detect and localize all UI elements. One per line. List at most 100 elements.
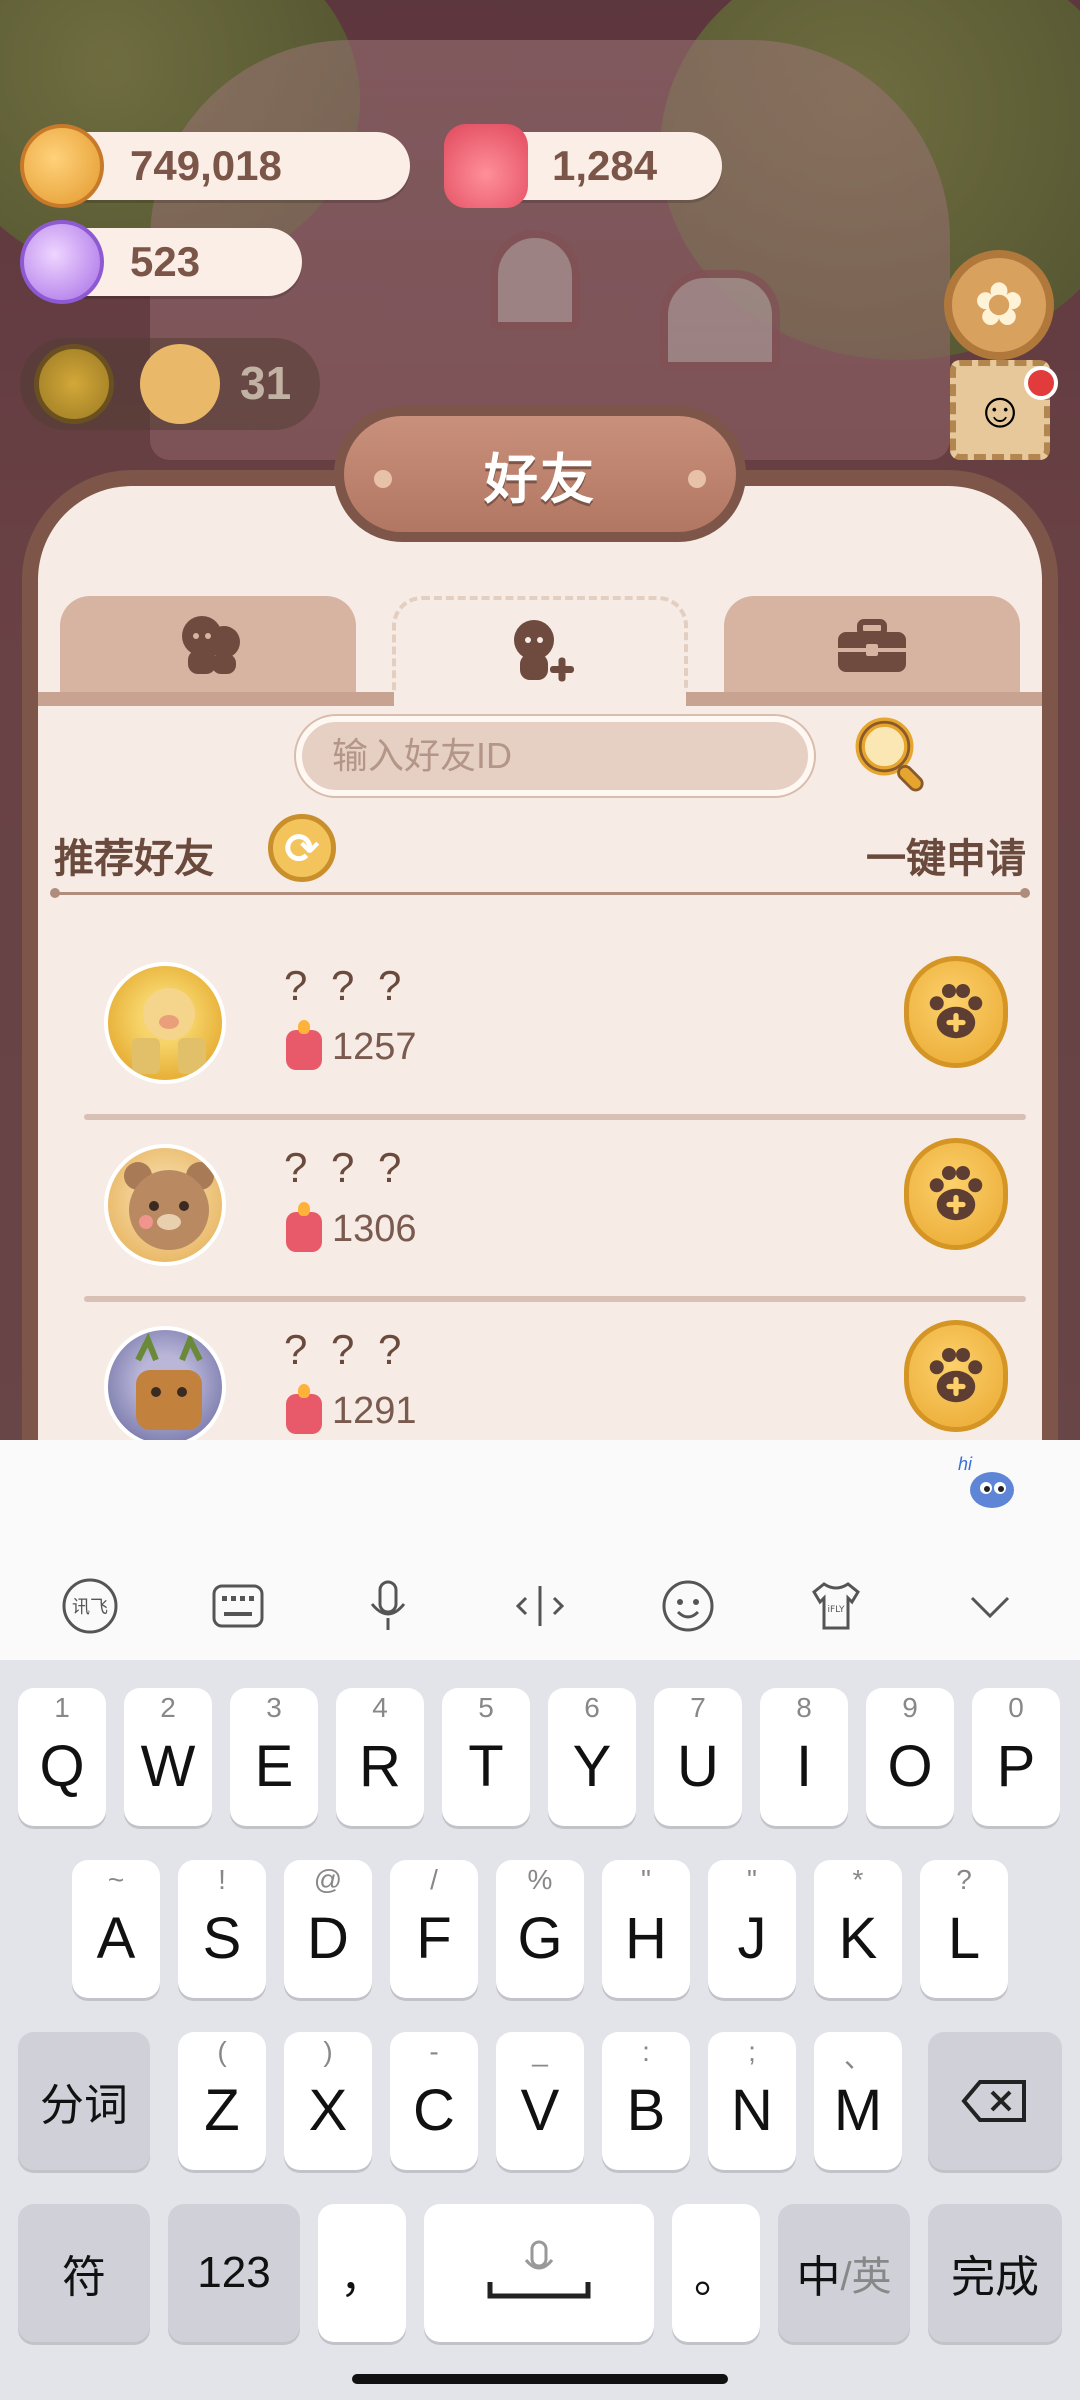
key-x[interactable]: ) X [284,2032,372,2170]
keyboard-layout-icon[interactable] [198,1566,278,1646]
deer-avatar[interactable] [104,1326,226,1440]
number-key-label: 123 [197,2248,271,2297]
bear-avatar[interactable] [104,1144,226,1266]
key-secondary-label: * [852,1864,864,1895]
microphone-icon[interactable] [348,1566,428,1646]
key-q[interactable]: 1Q [18,1688,106,1826]
key-secondary-label: - [429,2036,439,2067]
number-key[interactable]: 123 [168,2204,300,2342]
key-secondary-label: ? [956,1864,972,1895]
key-h[interactable]: " H [602,1860,690,1998]
settings-gear-icon[interactable]: ✿ [944,250,1054,360]
panel-title: 好友 [484,449,596,510]
ifly-logo-icon[interactable]: 讯飞 [50,1566,130,1646]
paw-plus-icon [929,984,983,1039]
keyboard-toolbar: hi 讯飞 iFLY [0,1440,1080,1660]
key-d[interactable]: @ D [284,1860,372,1998]
key-secondary-label: " [641,1864,651,1895]
segment-key[interactable]: 分词 [18,2032,150,2170]
collapse-keyboard-icon[interactable] [950,1566,1030,1646]
hi-label: hi [958,1454,973,1474]
key-label: O [887,1733,933,1799]
add-friend-button[interactable] [904,1138,1008,1250]
key-a[interactable]: ~ A [72,1860,160,1998]
key-w[interactable]: 2W [124,1688,212,1826]
pig-avatar[interactable] [104,962,226,1084]
friend-id-input[interactable] [332,735,808,777]
key-v[interactable]: _ V [496,2032,584,2170]
key-secondary-label: 6 [584,1692,600,1723]
home-indicator[interactable] [352,2374,728,2384]
key-b[interactable]: :B [602,2032,690,2170]
key-secondary-label: 9 [902,1692,918,1723]
search-button[interactable] [846,708,938,800]
done-key[interactable]: 完成 [928,2204,1062,2342]
key-secondary-label: " [747,1864,757,1895]
key-m[interactable]: 、 M [814,2032,902,2170]
space-mic-icon [487,2240,591,2299]
key-l[interactable]: ? L [920,1860,1008,1998]
gem-count: 523 [130,238,201,285]
comma-key[interactable]: ， [318,2204,406,2342]
key-y[interactable]: 6Y [548,1688,636,1826]
key-secondary-label: ! [218,1864,226,1895]
key-r[interactable]: 4R [336,1688,424,1826]
key-secondary-label: 0 [1008,1692,1024,1723]
friend-name: ? ? ? [284,962,408,1009]
backspace-key[interactable] [928,2032,1062,2170]
space-key[interactable] [424,2204,654,2342]
add-friend-button[interactable] [904,956,1008,1068]
key-label: C [413,2077,455,2143]
sun-icon [34,344,114,424]
key-s[interactable]: ! S [178,1860,266,1998]
key-j[interactable]: " J [708,1860,796,1998]
cursor-move-icon[interactable] [500,1566,580,1646]
key-secondary-label: ( [217,2036,227,2067]
skin-shirt-icon[interactable]: iFLY [796,1566,876,1646]
key-k[interactable]: * K [814,1860,902,1998]
cookie-icon [20,124,104,208]
search-icon [855,717,924,792]
key-u[interactable]: 7U [654,1688,742,1826]
add-friend-button[interactable] [904,1320,1008,1432]
game-scene: 749,018 1,284 523 31 ✿ ☺ 输入好友ID 推荐好友 ⟳ 一… [0,0,1080,1440]
key-f[interactable]: / F [390,1860,478,1998]
refresh-icon[interactable]: ⟳ [268,814,336,882]
key-g[interactable]: % G [496,1860,584,1998]
key-p[interactable]: 0P [972,1688,1060,1826]
key-secondary-label: : [642,2036,650,2067]
key-n[interactable]: ; N [708,2032,796,2170]
key-secondary-label: 4 [372,1692,388,1723]
period-key[interactable]: 。 [672,2204,760,2342]
symbol-key-label: 符 [62,2253,106,2302]
key-c[interactable]: -C [390,2032,478,2170]
emoji-icon[interactable] [648,1566,728,1646]
apply-all-button[interactable]: 一键申请 [866,826,1026,884]
assistant-hi-icon[interactable]: hi [958,1454,1018,1514]
chick-icon [140,344,220,424]
key-secondary-label: _ [532,2036,548,2067]
key-z[interactable]: (Z [178,2032,266,2170]
key-e[interactable]: 3E [230,1688,318,1826]
panel-tabs [38,596,1042,700]
svg-text:讯飞: 讯飞 [72,1597,108,1618]
key-label: S [202,1905,242,1971]
key-i[interactable]: 8I [760,1688,848,1826]
tab-inventory[interactable] [724,596,1020,696]
key-label: J [737,1905,767,1971]
key-t[interactable]: 5T [442,1688,530,1826]
key-secondary-label: 2 [160,1692,176,1723]
key-label: T [468,1733,504,1799]
friend-score: 1291 [332,1390,417,1432]
symbol-key[interactable]: 符 [18,2204,150,2342]
key-secondary-label: 8 [796,1692,812,1723]
language-switch-key[interactable]: 中/英 [778,2204,910,2342]
key-o[interactable]: 9O [866,1688,954,1826]
period-label: 。 [694,2253,738,2302]
friend-score: 1306 [332,1208,417,1250]
tab-friends[interactable] [60,596,356,696]
friend-score: 1257 [332,1026,417,1068]
friend-id-search-box [296,716,814,796]
tab-add-friend[interactable] [392,596,688,700]
candle-icon [286,1384,322,1434]
